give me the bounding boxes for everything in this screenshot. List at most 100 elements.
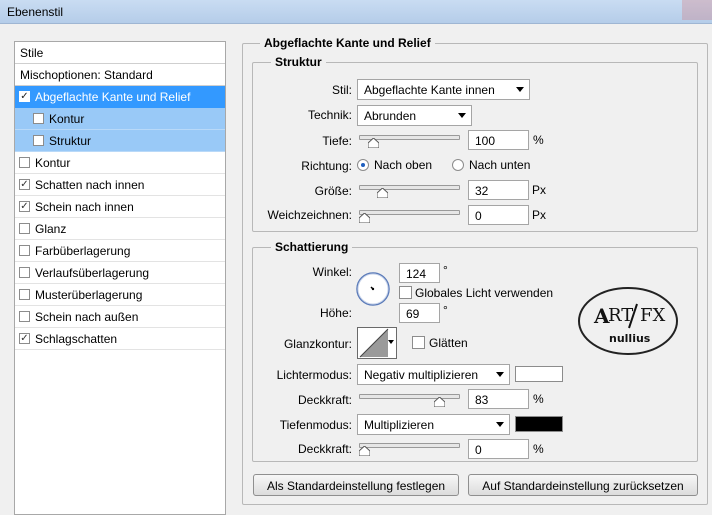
checkbox-icon[interactable]	[33, 113, 44, 124]
angle-unit: °	[443, 263, 448, 277]
direction-label: Richtung:	[301, 159, 352, 173]
checkbox-checked-icon[interactable]: ✓	[19, 201, 30, 212]
radio-off-icon	[452, 159, 464, 171]
highlight-mode-dropdown[interactable]: Negativ multiplizieren	[357, 364, 510, 385]
artfx-logo-icon: A RT FX nullius	[578, 287, 678, 355]
technique-label: Technik:	[307, 108, 352, 122]
highlight-color-swatch[interactable]	[515, 366, 563, 382]
antialias-checkbox[interactable]	[412, 336, 425, 349]
checkbox-icon[interactable]	[19, 267, 30, 278]
style-item[interactable]: Kontur	[15, 108, 225, 130]
highlight-mode-value: Negativ multiplizieren	[364, 368, 479, 382]
svg-text:FX: FX	[640, 305, 665, 326]
styles-header-label: Stile	[20, 46, 44, 60]
size-input[interactable]: 32	[468, 180, 529, 200]
style-item[interactable]: ✓ Schein nach innen	[15, 196, 225, 218]
structure-title: Struktur	[271, 55, 326, 69]
soften-slider-track[interactable]	[359, 210, 460, 215]
highlight-opacity-unit: %	[533, 392, 544, 406]
angle-dial[interactable]	[355, 271, 391, 307]
chevron-down-icon	[458, 113, 466, 118]
styles-list-header[interactable]: Stile	[15, 42, 225, 64]
soften-unit: Px	[532, 208, 547, 222]
style-item[interactable]: ✓ Abgeflachte Kante und Relief	[15, 86, 225, 108]
direction-down-label: Nach unten	[469, 158, 531, 172]
highlight-opacity-slider-track[interactable]	[359, 394, 460, 399]
checkbox-icon[interactable]	[19, 223, 30, 234]
style-item-label: Schatten nach innen	[35, 178, 145, 192]
shadow-opacity-slider-track[interactable]	[359, 443, 460, 448]
style-dropdown[interactable]: Abgeflachte Kante innen	[357, 79, 530, 100]
shadow-opacity-input[interactable]: 0	[468, 439, 529, 459]
technique-dropdown[interactable]: Abrunden	[357, 105, 472, 126]
global-light-checkbox[interactable]	[399, 286, 412, 299]
style-item[interactable]: Verlaufsüberlagerung	[15, 262, 225, 284]
size-unit: Px	[532, 183, 547, 197]
highlight-opacity-input[interactable]: 83	[468, 389, 529, 409]
style-item[interactable]: ✓ Schlagschatten	[15, 328, 225, 350]
technique-dropdown-value: Abrunden	[364, 109, 417, 123]
size-slider-thumb[interactable]	[377, 188, 388, 198]
style-item-label: Farbüberlagerung	[35, 244, 131, 258]
chevron-down-icon	[516, 87, 524, 92]
style-item[interactable]: Glanz	[15, 218, 225, 240]
style-item[interactable]: ✓ Schatten nach innen	[15, 174, 225, 196]
depth-unit: %	[533, 133, 544, 147]
checkbox-icon[interactable]	[19, 245, 30, 256]
global-light-label: Globales Licht verwenden	[415, 286, 554, 300]
shadow-mode-dropdown[interactable]: Multiplizieren	[357, 414, 510, 435]
bevel-emboss-title: Abgeflachte Kante und Relief	[260, 36, 435, 50]
artfx-logo: A RT FX nullius	[577, 286, 679, 356]
checkbox-icon[interactable]	[19, 157, 30, 168]
soften-slider-thumb[interactable]	[359, 213, 370, 223]
gloss-contour-label: Glanzkontur:	[283, 337, 352, 351]
close-button[interactable]	[682, 0, 712, 20]
altitude-label: Höhe:	[319, 306, 352, 320]
angle-dial-icon	[356, 272, 390, 306]
shadow-opacity-unit: %	[533, 442, 544, 456]
checkbox-checked-icon[interactable]: ✓	[19, 333, 30, 344]
style-item[interactable]: Farbüberlagerung	[15, 240, 225, 262]
depth-input[interactable]: 100	[468, 130, 529, 150]
style-item[interactable]: Musterüberlagerung	[15, 284, 225, 306]
depth-label: Tiefe:	[322, 134, 352, 148]
shadow-opacity-slider-thumb[interactable]	[359, 446, 370, 456]
reset-default-button[interactable]: Auf Standardeinstellung zurücksetzen	[468, 474, 698, 496]
make-default-button[interactable]: Als Standardeinstellung festlegen	[253, 474, 459, 496]
shadow-mode-label: Tiefenmodus:	[279, 418, 352, 432]
style-item-label: Struktur	[49, 134, 92, 148]
angle-label: Winkel:	[312, 265, 352, 279]
checkbox-icon[interactable]	[19, 289, 30, 300]
checkbox-icon[interactable]	[19, 311, 30, 322]
window-title: Ebenenstil	[7, 5, 64, 19]
style-item-label: Glanz	[35, 222, 67, 236]
size-slider-track[interactable]	[359, 185, 460, 190]
shadow-color-swatch[interactable]	[515, 416, 563, 432]
style-item-label: Schlagschatten	[35, 332, 118, 346]
gloss-contour-picker[interactable]	[357, 327, 397, 359]
blend-options-label: Mischoptionen: Standard	[20, 68, 153, 82]
style-item-label: Schein nach innen	[35, 200, 134, 214]
svg-text:RT: RT	[608, 305, 633, 326]
shadow-opacity-label: Deckkraft:	[297, 442, 352, 456]
style-item[interactable]: Struktur	[15, 130, 225, 152]
depth-slider-thumb[interactable]	[368, 138, 379, 148]
soften-input[interactable]: 0	[468, 205, 529, 225]
chevron-down-icon	[388, 340, 394, 344]
highlight-mode-label: Lichtermodus:	[276, 368, 352, 382]
style-item-label: Abgeflachte Kante und Relief	[35, 90, 191, 104]
blend-options-item[interactable]: Mischoptionen: Standard	[15, 64, 225, 86]
checkbox-icon[interactable]	[33, 135, 44, 146]
style-item[interactable]: Kontur	[15, 152, 225, 174]
highlight-opacity-label: Deckkraft:	[297, 393, 352, 407]
soften-label: Weichzeichnen:	[267, 208, 353, 222]
style-item-label: Kontur	[35, 156, 71, 170]
size-label: Größe:	[314, 184, 352, 198]
angle-input[interactable]: 124	[399, 263, 440, 283]
checkbox-checked-icon[interactable]: ✓	[19, 91, 30, 102]
highlight-opacity-slider-thumb[interactable]	[433, 397, 445, 407]
style-item-label: Kontur	[49, 112, 85, 126]
style-item[interactable]: Schein nach außen	[15, 306, 225, 328]
altitude-input[interactable]: 69	[399, 303, 440, 323]
checkbox-checked-icon[interactable]: ✓	[19, 179, 30, 190]
